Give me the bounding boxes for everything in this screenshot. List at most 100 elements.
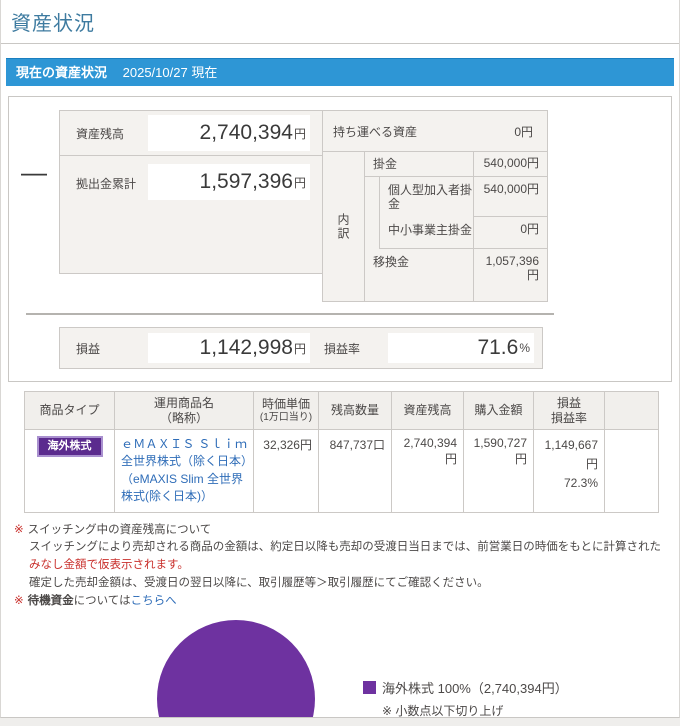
asset-allocation-chart: 海外株式 100%（2,740,394円） ※ 小数点以下切り上げ (1, 617, 679, 718)
col-header-purchase: 購入金額 (463, 391, 534, 430)
asset-balance-value: 2,740,394 (199, 121, 293, 144)
ikan-row: 移換金 1,057,396円 (365, 249, 547, 301)
product-name-cell: ｅＭＡＸＩＳ Ｓｌｉｍ 全世界株式（除く日本） （eMAXIS Slim 全世界… (114, 429, 254, 513)
kojin-label: 個人型加入者掛金 (388, 183, 473, 212)
product-name-line1: ｅＭＡＸＩＳ Ｓｌｉｍ 全世界株式（除く日本） (121, 437, 254, 469)
contributions-unit: 円 (293, 175, 306, 190)
minus-sign: — (21, 157, 47, 187)
contributions-valuebox: 1,597,396 円 (148, 164, 310, 200)
product-name-link[interactable]: ｅＭＡＸＩＳ Ｓｌｉｍ 全世界株式（除く日本） （eMAXIS Slim 全世界… (121, 436, 254, 506)
products-table-header-row: 商品タイプ 運用商品名 （略称） 時価単価 (1万口当り) 残高数量 資産残高 … (24, 391, 659, 430)
title-divider (1, 43, 679, 44)
col-header-quantity: 残高数量 (318, 391, 392, 430)
note-confirm-text: 確定した売却金額は、受渡日の翌日以降に、取引履歴等＞取引履歴にてご確認ください。 (29, 577, 489, 589)
col-header-empty (604, 391, 659, 430)
note-confirm: 確定した売却金額は、受渡日の翌日以降に、取引履歴等＞取引履歴にてご確認ください。 (29, 575, 669, 593)
contributions-label: 拠出金累計 (76, 177, 137, 191)
chart-legend: 海外株式 100%（2,740,394円） ※ 小数点以下切り上げ (363, 678, 568, 718)
legend-swatch-icon (363, 680, 376, 694)
legend-rounding-note: ※ 小数点以下切り上げ (382, 703, 504, 718)
pie-chart-svg (157, 619, 315, 717)
product-pl-amount: 1,149,667円 (544, 438, 598, 472)
col-header-profit-loss: 損益 損益率 (533, 391, 605, 430)
kakekin-value: 540,000円 (473, 152, 547, 176)
section-date: 2025/10/27 現在 (122, 65, 218, 80)
pie-slice-overseas-equity (157, 619, 315, 717)
profit-loss-value: 1,142,998 (199, 336, 293, 359)
asset-balance-row: 資産残高 2,740,394 円 (60, 111, 322, 156)
profit-loss-rate-label: 損益率 (324, 341, 361, 356)
breakdown-label: 内訳 (336, 212, 350, 241)
section-header-bar: 現在の資産状況 2025/10/27 現在 (6, 58, 674, 86)
ikan-label: 移換金 (373, 255, 410, 269)
col-header-pl-line1: 損益 (556, 395, 581, 410)
legend-item-overseas-equity: 海外株式 100%（2,740,394円） (363, 678, 568, 697)
note-switching-body-text: スイッチングにより売却される商品の金額は、約定日以降も売却の受渡日当日までは、前… (29, 541, 662, 554)
note-switching-title-text: スイッチング中の資産残高について (27, 523, 212, 536)
profit-loss-label: 損益 (76, 341, 101, 356)
page-container: 資産状況 現在の資産状況 2025/10/27 現在 — 資産残高 2,740,… (0, 0, 680, 718)
note-standby-text: については (73, 594, 131, 607)
summary-separator (26, 313, 554, 315)
pie-chart (156, 617, 316, 717)
profit-loss-valuebox: 1,142,998 円 (148, 333, 310, 363)
profit-loss-unit: 円 (293, 341, 306, 356)
portable-assets-row: 持ち運べる資産 0円 (323, 111, 547, 152)
product-unit-price: 32,326円 (253, 429, 319, 513)
col-header-unit-price-line1: 時価単価 (261, 396, 310, 411)
product-balance: 2,740,394円 (391, 429, 464, 513)
products-table: 商品タイプ 運用商品名 （略称） 時価単価 (1万口当り) 残高数量 資産残高 … (24, 391, 659, 513)
asset-summary-box: — 資産残高 2,740,394 円 拠出金累計 1,597,396 円 持ち運… (8, 96, 672, 382)
breakdown-rows: 掛金 540,000円 個人型加入者掛金 540,000円 中小事業主掛金 0円 (365, 152, 547, 301)
col-header-product-type: 商品タイプ (24, 391, 115, 430)
product-name-line2: （eMAXIS Slim 全世界株式(除く日本)） (121, 471, 244, 504)
kakekin-label: 掛金 (373, 157, 398, 171)
asset-balance-unit: 円 (293, 126, 306, 141)
chusho-row: 中小事業主掛金 0円 (380, 217, 547, 248)
note-marker-1: ※ (14, 523, 24, 536)
col-header-unit-price-line2: (1万口当り) (259, 411, 313, 423)
standby-funds-link[interactable]: こちらへ (131, 595, 177, 607)
kojin-value: 540,000円 (473, 177, 547, 217)
note-standby-funds: ※ 待機資金についてはこちらへ (14, 593, 669, 611)
product-pl-rate: 72.3% (563, 476, 598, 491)
contributions-value: 1,597,396 (199, 170, 293, 193)
kojin-row: 個人型加入者掛金 540,000円 (380, 177, 547, 217)
asset-balance-valuebox: 2,740,394 円 (148, 115, 310, 151)
product-empty-cell (604, 429, 659, 513)
product-type-badge: 海外株式 (36, 436, 103, 458)
profit-loss-rate-valuebox: 71.6 % (388, 333, 534, 363)
balance-table: 資産残高 2,740,394 円 拠出金累計 1,597,396 円 (59, 110, 323, 274)
chusho-label: 中小事業主掛金 (388, 223, 473, 237)
kakekin-sub-rows: 個人型加入者掛金 540,000円 中小事業主掛金 0円 (379, 177, 547, 249)
col-header-product-name: 運用商品名 （略称） (114, 391, 254, 430)
breakdown-detail-row: 内訳 掛金 540,000円 個人型加入者掛金 540,000円 中小事業主掛金… (323, 152, 547, 301)
legend-text: 海外株式 100%（2,740,394円） (382, 680, 568, 696)
notes-section: ※ スイッチング中の資産残高について スイッチングにより売却される商品の金額は、約… (14, 522, 669, 611)
profit-loss-rate-value: 71.6 (477, 336, 519, 359)
profit-loss-box: 損益 1,142,998 円 損益率 71.6 % (59, 327, 543, 369)
note-switching-body: スイッチングにより売却される商品の金額は、約定日以降も売却の受渡日当日までは、前… (29, 539, 669, 575)
page-title: 資産状況 (11, 13, 95, 35)
portable-assets-label: 持ち運べる資産 (333, 124, 418, 139)
portable-assets-value: 0円 (514, 124, 533, 139)
product-purchase: 1,590,727円 (463, 429, 534, 513)
product-quantity: 847,737口 (318, 429, 392, 513)
kakekin-row: 掛金 540,000円 (365, 152, 547, 177)
note-standby-bold: 待機資金 (27, 594, 74, 607)
section-title: 現在の資産状況 (16, 65, 108, 80)
asset-summary-grid: — 資産残高 2,740,394 円 拠出金累計 1,597,396 円 持ち運… (9, 110, 671, 302)
product-row: 海外株式 ｅＭＡＸＩＳ Ｓｌｉｍ 全世界株式（除く日本） （eMAXIS Sli… (24, 429, 659, 513)
chusho-value: 0円 (473, 217, 547, 248)
ikan-value: 1,057,396円 (473, 249, 547, 301)
asset-balance-label: 資産残高 (76, 126, 125, 141)
contributions-row: 拠出金累計 1,597,396 円 (60, 156, 322, 273)
col-header-product-name-line2: （略称） (159, 410, 208, 425)
breakdown-table: 持ち運べる資産 0円 内訳 掛金 540,000円 個人型加入者掛金 540,0… (322, 110, 548, 302)
col-header-product-name-line1: 運用商品名 (153, 395, 214, 410)
breakdown-label-cell: 内訳 (323, 152, 365, 301)
profit-loss-rate-unit: % (519, 341, 530, 355)
product-type-cell: 海外株式 (24, 429, 115, 513)
col-header-unit-price: 時価単価 (1万口当り) (253, 391, 319, 430)
note-switching-title: ※ スイッチング中の資産残高について (14, 522, 669, 540)
